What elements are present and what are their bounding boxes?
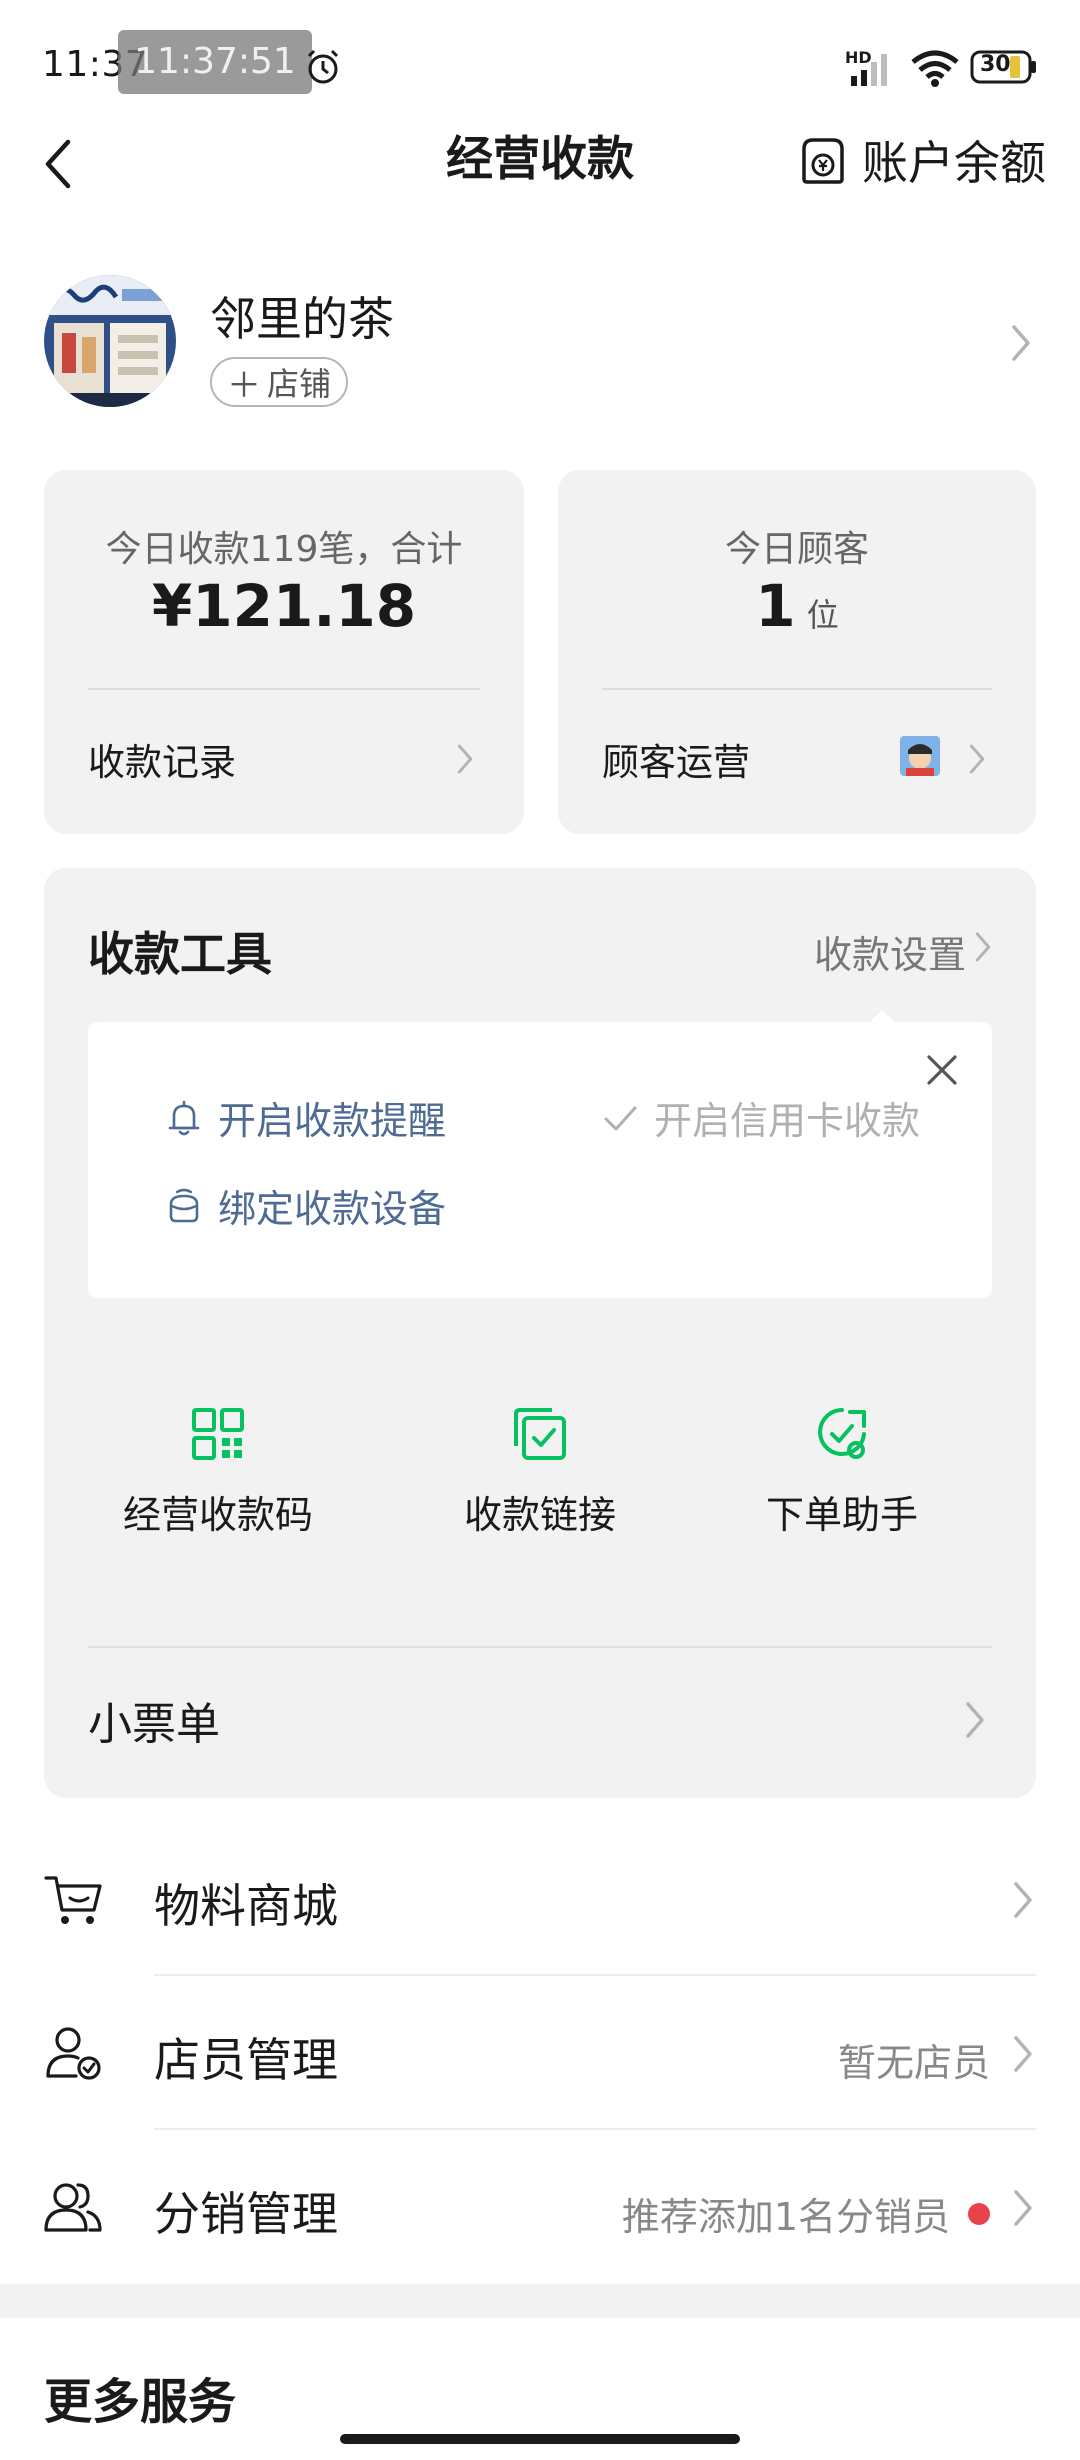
receipt-row[interactable]: 小票单 [44,1648,1036,1798]
materials-store-row[interactable]: 物料商城 [0,1822,1080,1976]
today-payments-label: 今日收款119笔，合计 [105,529,463,570]
alarm-icon [307,49,339,84]
enable-credit-card-label: 开启信用卡收款 [654,1099,921,1143]
qr-code-icon [192,1408,244,1460]
chevron-right-icon [969,744,985,774]
chevron-right-icon [1014,2036,1032,2072]
receipt-label: 小票单 [88,1699,220,1750]
add-shop-label: 店铺 [266,365,331,403]
account-balance-button[interactable]: 账户余额 [798,130,1046,190]
checkmark-icon [604,1106,637,1130]
plus-icon: ＋ [226,365,261,406]
battery-level: 30 [980,52,1011,77]
order-assistant-icon [818,1408,866,1459]
speaker-device-icon [169,1188,199,1222]
enable-payment-reminder-label: 开启收款提醒 [218,1099,447,1143]
materials-store-label: 物料商城 [154,1879,338,1933]
distribution-management-label: 分销管理 [154,2187,338,2241]
bell-icon [168,1100,200,1135]
status-time-overlay: 11:37:51 [118,30,312,94]
today-payments-amount: ¥121.18 [151,572,417,640]
account-balance-label: 账户余额 [862,136,1046,190]
shop-row[interactable]: 邻里的茶 ＋ 店铺 [44,275,1044,415]
chevron-right-icon [1012,325,1030,361]
today-payments-card: 今日收款119笔，合计 ¥121.18 收款记录 [44,470,524,834]
chevron-right-icon [966,1702,984,1738]
customer-operations-link[interactable]: 顾客运营 [558,692,1036,832]
today-customers-count: 1 [755,572,796,640]
today-customers-value: 1 位 [558,572,1036,640]
staff-management-row[interactable]: 店员管理 暂无店员 [0,1976,1080,2130]
close-icon[interactable] [924,1052,960,1088]
order-assistant-label: 下单助手 [765,1493,918,1537]
customer-avatar-icon [900,736,940,776]
bind-payment-device-button[interactable]: 绑定收款设备 [164,1178,446,1233]
enable-payment-reminder-button[interactable]: 开启收款提醒 [164,1090,446,1145]
chevron-right-icon [1014,1882,1032,1918]
distribution-hint-text: 推荐添加1名分销员 [621,2195,950,2239]
wallet-icon [802,138,844,184]
order-assistant-button[interactable]: 下单助手 [712,1404,972,1539]
customer-operations-label: 顾客运营 [602,741,750,784]
today-customers-label: 今日顾客 [724,529,869,570]
staff-icon [46,2027,101,2080]
page: 11:37 11:37:51 HD 30 经营收款 账户余额 邻里的茶 ＋ 店铺… [0,0,1080,2460]
signal-icon: HD [845,48,901,88]
payment-records-link[interactable]: 收款记录 [44,692,524,832]
more-services-title: 更多服务 [44,2374,237,2430]
payment-link-label: 收款链接 [463,1493,616,1537]
status-bar: 11:37 11:37:51 HD 30 [0,0,1080,130]
chevron-right-icon [1014,2190,1032,2226]
payment-tools-card: 收款工具 收款设置 开启收款提醒 开启信用卡收款 绑定收款设备 经营收款码 收款… [44,868,1036,1798]
payment-link-icon [514,1408,566,1460]
today-customers-card: 今日顾客 1 位 顾客运营 [558,470,1036,834]
chevron-right-icon [975,932,991,962]
shop-avatar [44,275,176,407]
add-shop-button[interactable]: ＋ 店铺 [210,357,348,407]
chevron-right-icon [457,744,473,774]
staff-management-label: 店员管理 [154,2033,338,2087]
today-customers-unit: 位 [806,596,839,634]
payment-settings-link[interactable]: 收款设置 [792,914,992,977]
distributors-icon [44,2183,102,2232]
enable-credit-card-button[interactable]: 开启信用卡收款 [600,1090,920,1145]
shopping-cart-icon [44,1876,102,1924]
payment-tools-title: 收款工具 [88,927,272,981]
card-divider [88,688,480,690]
notification-dot [968,2202,990,2225]
distribution-management-row[interactable]: 分销管理 推荐添加1名分销员 [0,2130,1080,2284]
wifi-icon [911,50,959,87]
business-qr-code-label: 经营收款码 [122,1493,313,1537]
battery-icon: 30 [970,50,1038,84]
card-divider [602,688,992,690]
bind-payment-device-label: 绑定收款设备 [218,1187,447,1231]
shop-name: 邻里的茶 [210,292,394,346]
payment-records-label: 收款记录 [88,741,236,784]
payment-link-button[interactable]: 收款链接 [410,1404,670,1539]
setup-tips-box: 开启收款提醒 开启信用卡收款 绑定收款设备 [88,1022,992,1298]
section-separator [0,2284,1080,2318]
distribution-hint: 推荐添加1名分销员 [622,2186,990,2241]
staff-status: 暂无店员 [837,2041,990,2085]
business-qr-code-button[interactable]: 经营收款码 [88,1404,348,1539]
home-indicator[interactable] [340,2434,740,2444]
payment-settings-label: 收款设置 [813,933,966,977]
